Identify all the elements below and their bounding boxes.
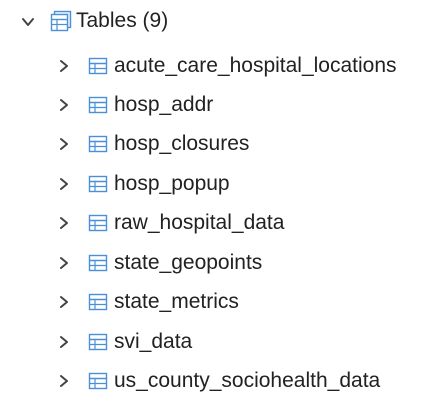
chevron-right-icon[interactable] (57, 176, 71, 192)
chevron-right-icon[interactable] (57, 58, 71, 74)
table-node[interactable]: svi_data (0, 322, 440, 362)
chevron-right-icon[interactable] (57, 97, 71, 113)
table-node[interactable]: state_metrics (0, 282, 440, 322)
table-node[interactable]: hosp_popup (0, 164, 440, 204)
table-node[interactable]: acute_care_hospital_locations (0, 46, 440, 86)
chevron-down-icon[interactable] (20, 14, 36, 30)
table-node[interactable]: state_geopoints (0, 243, 440, 283)
table-node-label: raw_hospital_data (114, 211, 285, 234)
table-node[interactable]: us_county_sociohealth_data (0, 361, 440, 401)
chevron-right-icon[interactable] (57, 373, 71, 389)
tables-group-label: Tables (9) (76, 9, 169, 32)
table-icon (88, 333, 108, 351)
chevron-right-icon[interactable] (57, 294, 71, 310)
chevron-right-icon[interactable] (57, 255, 71, 271)
table-node-label: hosp_closures (114, 132, 250, 155)
chevron-right-icon[interactable] (57, 215, 71, 231)
object-tree: Tables (9) acute_care_hospital_locations… (0, 0, 440, 404)
table-node-label: us_county_sociohealth_data (114, 369, 381, 392)
table-node-label: acute_care_hospital_locations (114, 54, 397, 77)
chevron-right-icon[interactable] (57, 334, 71, 350)
tables-icon (50, 10, 72, 32)
table-node[interactable]: hosp_addr (0, 85, 440, 125)
chevron-right-icon[interactable] (57, 136, 71, 152)
table-icon (88, 254, 108, 272)
table-node[interactable]: raw_hospital_data (0, 203, 440, 243)
table-node-label: state_geopoints (114, 251, 263, 274)
table-icon (88, 135, 108, 153)
table-node-label: state_metrics (114, 290, 239, 313)
table-node-label: hosp_popup (114, 172, 230, 195)
table-node-label: svi_data (114, 330, 193, 353)
table-node-label: hosp_addr (114, 93, 214, 116)
table-icon (88, 214, 108, 232)
table-icon (88, 96, 108, 114)
table-icon (88, 175, 108, 193)
table-icon (88, 57, 108, 75)
tables-group-node[interactable]: Tables (9) (0, 0, 440, 44)
table-icon (88, 293, 108, 311)
table-node[interactable]: hosp_closures (0, 124, 440, 164)
table-icon (88, 372, 108, 390)
